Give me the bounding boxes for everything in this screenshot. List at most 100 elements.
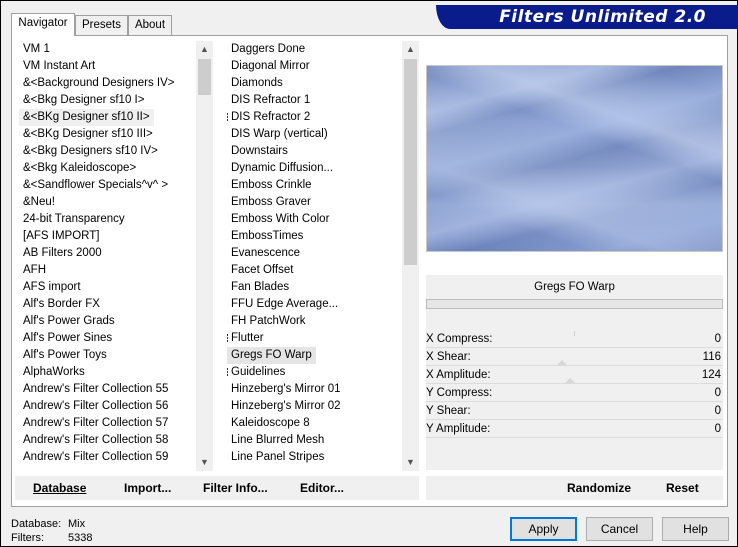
- category-item[interactable]: Andrew's Filter Collection 58: [19, 434, 168, 446]
- scroll-up-arrow-icon[interactable]: ▲: [196, 41, 213, 58]
- filter-info-button[interactable]: Filter Info...: [203, 476, 268, 500]
- category-item[interactable]: AFS import: [19, 281, 81, 293]
- filter-item[interactable]: Emboss With Color: [227, 213, 329, 225]
- filter-scrollbar[interactable]: ▲ ▼: [402, 41, 419, 471]
- filter-item[interactable]: Evanescence: [227, 247, 300, 259]
- filter-item[interactable]: Daggers Done: [227, 43, 305, 55]
- param-x-shear[interactable]: X Shear: 116: [426, 349, 723, 367]
- category-item[interactable]: AFH: [19, 264, 46, 276]
- param-label: Y Amplitude:: [426, 423, 491, 435]
- category-item[interactable]: Alf's Power Toys: [19, 349, 107, 361]
- progress-bar: [426, 299, 723, 309]
- param-y-amplitude[interactable]: Y Amplitude: 0: [426, 421, 723, 439]
- category-item[interactable]: 24-bit Transparency: [19, 213, 125, 225]
- category-item[interactable]: Andrew's Filter Collection 59: [19, 451, 168, 463]
- category-item[interactable]: AB Filters 2000: [19, 247, 102, 259]
- import-button[interactable]: Import...: [124, 476, 171, 500]
- category-item[interactable]: Alf's Border FX: [19, 298, 100, 310]
- param-y-shear[interactable]: Y Shear: 0: [426, 403, 723, 421]
- randomize-button[interactable]: Randomize: [567, 476, 631, 500]
- filter-item-selected[interactable]: Gregs FO Warp: [227, 347, 316, 364]
- scroll-thumb[interactable]: [404, 59, 417, 265]
- category-item[interactable]: &<Bkg Designer sf10 I>: [19, 94, 144, 106]
- category-item[interactable]: &<BKg Designer sf10 III>: [19, 128, 153, 140]
- filter-item[interactable]: Line Panel Stripes: [227, 451, 324, 463]
- param-slider[interactable]: [426, 419, 723, 420]
- filter-item[interactable]: Hinzeberg's Mirror 02: [227, 400, 341, 412]
- category-item[interactable]: AlphaWorks: [19, 366, 85, 378]
- filter-item[interactable]: DIS Warp (vertical): [227, 128, 328, 140]
- reset-button[interactable]: Reset: [666, 476, 699, 500]
- filter-item[interactable]: FFU Edge Average...: [227, 298, 338, 310]
- category-item-selected[interactable]: &<BKg Designer sf10 II>: [19, 109, 154, 126]
- scroll-up-arrow-icon[interactable]: ▲: [402, 41, 419, 58]
- category-item[interactable]: VM 1: [19, 43, 50, 55]
- category-item[interactable]: Alf's Power Sines: [19, 332, 112, 344]
- filter-item[interactable]: Emboss Crinkle: [227, 179, 312, 191]
- editor-button[interactable]: Editor...: [300, 476, 344, 500]
- param-slider[interactable]: [426, 365, 723, 366]
- category-scrollbar[interactable]: ▲ ▼: [196, 41, 213, 471]
- param-label: Y Compress:: [426, 387, 493, 399]
- category-item[interactable]: &<Bkg Kaleidoscope>: [19, 162, 136, 174]
- database-label: Database:: [11, 518, 62, 530]
- category-item[interactable]: Andrew's Filter Collection 56: [19, 400, 168, 412]
- cancel-button[interactable]: Cancel: [586, 517, 653, 541]
- filter-item[interactable]: DIS Refractor 2: [227, 111, 310, 123]
- category-item[interactable]: &<Background Designers IV>: [19, 77, 175, 89]
- param-slider[interactable]: [426, 437, 723, 438]
- filter-item[interactable]: Kaleidoscope 8: [227, 417, 310, 429]
- param-slider[interactable]: [426, 383, 723, 384]
- filter-item[interactable]: Hinzeberg's Mirror 01: [227, 383, 341, 395]
- category-item[interactable]: VM Instant Art: [19, 60, 95, 72]
- filter-item[interactable]: DIS Refractor 1: [227, 94, 310, 106]
- category-item[interactable]: Alf's Power Grads: [19, 315, 115, 327]
- filter-item[interactable]: Line Blurred Mesh: [227, 434, 324, 446]
- scroll-down-arrow-icon[interactable]: ▼: [196, 454, 213, 471]
- scroll-thumb[interactable]: [198, 59, 211, 95]
- group-marker-icon: [227, 368, 228, 377]
- param-x-amplitude[interactable]: X Amplitude: 124: [426, 367, 723, 385]
- scroll-down-arrow-icon[interactable]: ▼: [402, 454, 419, 471]
- param-label: X Compress:: [426, 333, 493, 345]
- param-value: 0: [714, 333, 721, 345]
- param-slider[interactable]: [426, 401, 723, 402]
- category-item[interactable]: Andrew's Filter Collection 55: [19, 383, 168, 395]
- filter-item[interactable]: Emboss Graver: [227, 196, 311, 208]
- param-label: X Shear:: [426, 351, 471, 363]
- filter-list[interactable]: Daggers Done Diagonal Mirror Diamonds DI…: [227, 41, 402, 471]
- filter-item[interactable]: Flutter: [227, 332, 264, 344]
- category-list[interactable]: VM 1 VM Instant Art &<Background Designe…: [19, 41, 194, 471]
- category-item[interactable]: [AFS IMPORT]: [19, 230, 99, 242]
- filters-count-label: Filters:: [11, 532, 44, 544]
- filter-item[interactable]: Guidelines: [227, 366, 285, 378]
- category-item[interactable]: Andrew's Filter Collection 57: [19, 417, 168, 429]
- filter-item[interactable]: Fan Blades: [227, 281, 289, 293]
- param-y-compress[interactable]: Y Compress: 0: [426, 385, 723, 403]
- category-item[interactable]: &Neu!: [19, 196, 55, 208]
- param-value: 0: [714, 405, 721, 417]
- filters-count-value: 5338: [68, 532, 93, 544]
- filter-item[interactable]: Facet Offset: [227, 264, 293, 276]
- preview-image: [426, 65, 723, 252]
- filter-item[interactable]: Dynamic Diffusion...: [227, 162, 333, 174]
- tab-navigator[interactable]: Navigator: [11, 13, 75, 36]
- tab-presets[interactable]: Presets: [75, 15, 128, 35]
- param-value: 0: [714, 387, 721, 399]
- param-x-compress[interactable]: X Compress: 0: [426, 331, 723, 349]
- param-slider[interactable]: [426, 347, 723, 348]
- filter-item[interactable]: EmbossTimes: [227, 230, 303, 242]
- group-marker-icon: [227, 113, 228, 122]
- param-value: 124: [701, 369, 721, 381]
- category-item[interactable]: &<Bkg Designers sf10 IV>: [19, 145, 158, 157]
- tab-about[interactable]: About: [128, 15, 172, 35]
- filter-item[interactable]: Downstairs: [227, 145, 288, 157]
- filter-item[interactable]: Diagonal Mirror: [227, 60, 310, 72]
- apply-button[interactable]: Apply: [510, 517, 577, 541]
- category-item[interactable]: &<Sandflower Specials^v^ >: [19, 179, 168, 191]
- title-banner: Filters Unlimited 2.0: [428, 5, 738, 29]
- database-button[interactable]: Database: [33, 476, 86, 500]
- filter-item[interactable]: Diamonds: [227, 77, 283, 89]
- help-button[interactable]: Help: [662, 517, 729, 541]
- filter-item[interactable]: FH PatchWork: [227, 315, 306, 327]
